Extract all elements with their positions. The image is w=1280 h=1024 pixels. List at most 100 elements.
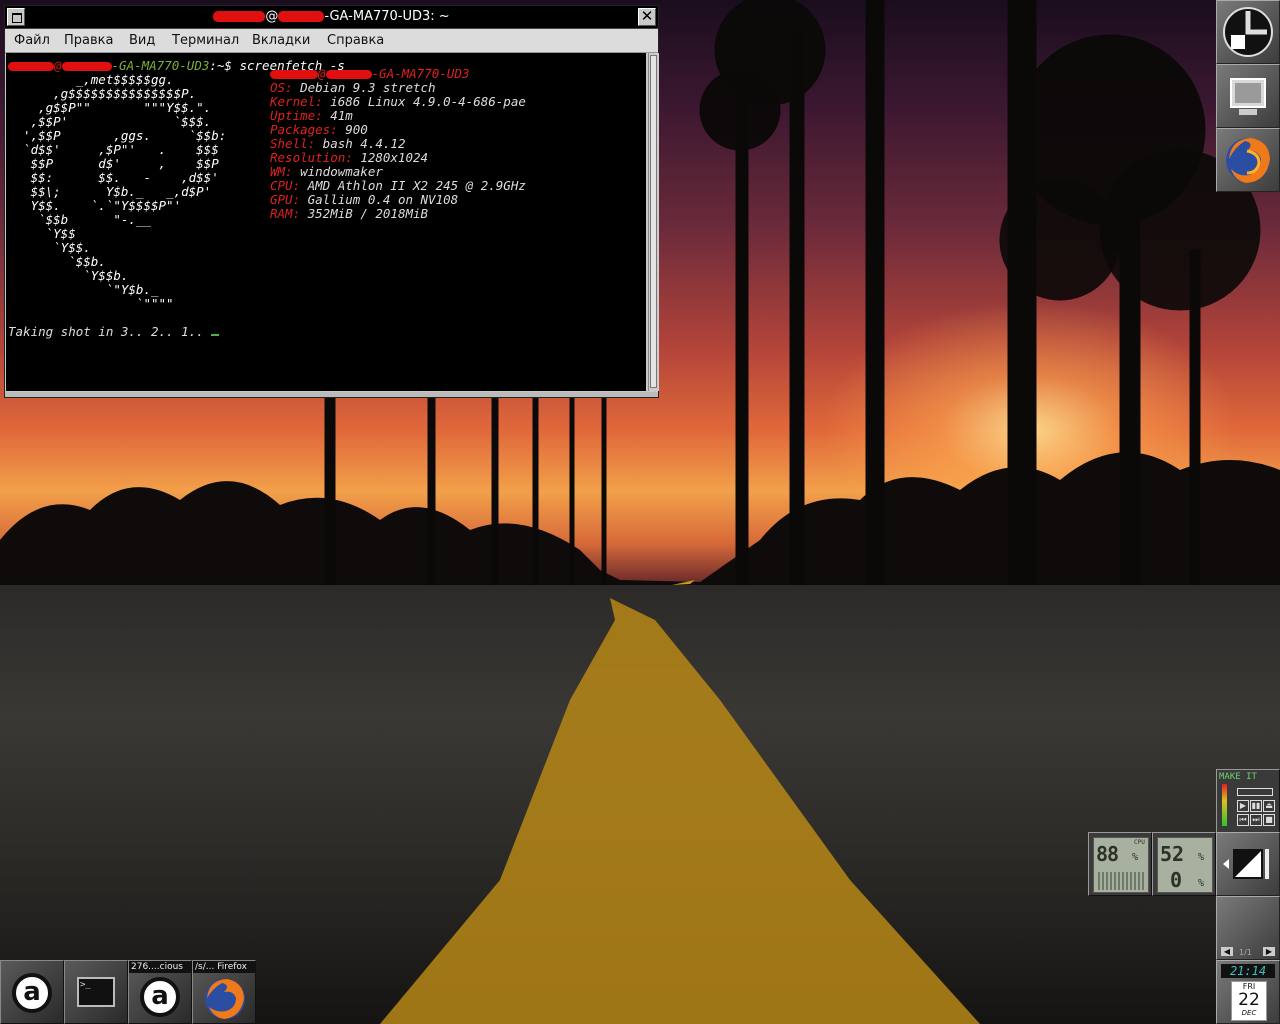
logo-line: `$$b "-.__ bbox=[8, 212, 151, 227]
logo-line: `Y$$. bbox=[8, 240, 91, 255]
window-resize-bar[interactable] bbox=[5, 392, 658, 397]
cpu-unit: % bbox=[1132, 852, 1139, 863]
prompt-host: -GA-MA770-UD3 bbox=[111, 58, 210, 73]
window-titlebar[interactable]: @ -GA-MA770-UD3: ~ ✕ bbox=[5, 6, 658, 29]
logo-line: _,met$$$$$gg. bbox=[8, 72, 174, 87]
info-key: CPU: bbox=[270, 178, 301, 193]
info-resolution: Resolution: 1280x1024 bbox=[270, 151, 428, 165]
level-meter bbox=[1222, 784, 1227, 826]
info-key: Resolution: bbox=[270, 150, 353, 165]
mem-lcd: 52 % 0 % bbox=[1157, 837, 1213, 893]
info-value: 41m bbox=[322, 108, 353, 123]
miniwindow-firefox[interactable]: /s/... Firefox bbox=[192, 960, 256, 1024]
miniwindow-276[interactable]: 276....cious a bbox=[128, 960, 192, 1024]
menu-edit[interactable]: Правка bbox=[64, 33, 113, 48]
close-button[interactable]: ✕ bbox=[638, 7, 656, 26]
redacted-username bbox=[213, 11, 266, 22]
progress-slot bbox=[1237, 788, 1273, 796]
prompt-at: @ bbox=[54, 58, 62, 73]
clock-dockapp[interactable]: 21:14 FRI 22 DEC bbox=[1216, 960, 1280, 1024]
window-title: @ -GA-MA770-UD3: ~ bbox=[5, 9, 658, 24]
cpu-label: CPU bbox=[1134, 839, 1145, 846]
info-header: @ -GA-MA770-UD3 bbox=[270, 67, 469, 81]
workspace-prev-button[interactable]: ◀ bbox=[1221, 947, 1233, 956]
terminal-window[interactable]: @ -GA-MA770-UD3: ~ ✕ Файл Правка Вид Терм… bbox=[4, 5, 659, 398]
road-center-line bbox=[380, 580, 980, 1024]
swap-value: 0 bbox=[1170, 868, 1183, 892]
screenshot-countdown: Taking shot in 3.. 2.. 1.. bbox=[8, 325, 220, 339]
menu-view[interactable]: Вид bbox=[129, 33, 155, 48]
workspace-switcher[interactable]: ◀ 1/1 ▶ bbox=[1216, 896, 1280, 960]
terminal-cursor bbox=[211, 334, 220, 336]
vertical-scrollbar[interactable] bbox=[648, 53, 659, 391]
memory-monitor-dockapp[interactable]: 52 % 0 % bbox=[1152, 832, 1216, 896]
dock-windowmaker-tile[interactable] bbox=[1216, 0, 1280, 64]
info-os: OS: Debian 9.3 stretch bbox=[270, 81, 436, 95]
make-it-dockapp[interactable]: MAKE IT ▶ ▮▮ ⏏ ⏮ ⏭ ■ bbox=[1216, 769, 1280, 833]
logo-line: $$\; Y$b._ _,d$P' bbox=[8, 184, 212, 199]
volume-dockapp[interactable] bbox=[1216, 832, 1280, 896]
calendar-page: FRI 22 DEC bbox=[1231, 981, 1267, 1021]
logo-line: `"""" bbox=[8, 296, 174, 311]
redacted-hostname bbox=[61, 62, 112, 71]
cpu-monitor-dockapp[interactable]: 88 % CPU bbox=[1088, 832, 1152, 896]
calendar-date: 22 bbox=[1238, 990, 1260, 1010]
info-value: AMD Athlon II X2 245 @ 2.9GHz bbox=[300, 178, 526, 193]
logo-line: `"Y$b._ bbox=[8, 282, 159, 297]
dock-terminal-tile[interactable] bbox=[1216, 64, 1280, 128]
menu-file[interactable]: Файл bbox=[14, 33, 50, 48]
logo-line: $$: $$. - ,d$$' bbox=[8, 170, 219, 185]
terminal-icon: >_ bbox=[77, 977, 115, 1007]
appicon-a[interactable]: a bbox=[0, 960, 64, 1024]
pause-button[interactable]: ▮▮ bbox=[1250, 800, 1262, 812]
redacted-hostname bbox=[325, 70, 372, 79]
menu-help[interactable]: Справка bbox=[327, 33, 384, 48]
clock-time: 21:14 bbox=[1221, 964, 1275, 978]
info-at: @ bbox=[318, 66, 326, 81]
a-icon: a bbox=[140, 977, 180, 1017]
prev-button[interactable]: ⏮ bbox=[1237, 814, 1249, 826]
logo-line: `Y$$ bbox=[8, 226, 76, 241]
logo-line: Y$$. `.`"Y$$$$P"' bbox=[8, 198, 182, 213]
info-value: Debian 9.3 stretch bbox=[292, 80, 436, 95]
info-value: windowmaker bbox=[292, 164, 383, 179]
info-value: 900 bbox=[337, 122, 368, 137]
info-shell: Shell: bash 4.4.12 bbox=[270, 137, 405, 151]
menu-terminal[interactable]: Терминал bbox=[172, 33, 239, 48]
eject-button[interactable]: ⏏ bbox=[1263, 800, 1275, 812]
info-key: Shell: bbox=[270, 136, 316, 151]
info-uptime: Uptime: 41m bbox=[270, 109, 353, 123]
logo-line: ',$$P ,ggs. `$$b: bbox=[8, 128, 227, 143]
cpu-graph bbox=[1098, 872, 1144, 890]
next-button[interactable]: ⏭ bbox=[1250, 814, 1262, 826]
menubar: Файл Правка Вид Терминал Вкладки Справка bbox=[5, 29, 658, 53]
appicon-terminal[interactable]: >_ bbox=[64, 960, 128, 1024]
info-value: bash 4.4.12 bbox=[315, 136, 406, 151]
stop-button[interactable]: ■ bbox=[1263, 814, 1275, 826]
menu-tabs[interactable]: Вкладки bbox=[252, 33, 310, 48]
monitor-icon bbox=[1230, 78, 1266, 115]
firefox-icon bbox=[205, 979, 245, 1019]
logo-line: $$P d$' , $$P bbox=[8, 156, 219, 171]
logo-line: `d$$' ,$P"' . $$$ bbox=[8, 142, 219, 157]
calendar-month: DEC bbox=[1241, 1009, 1257, 1017]
dock-firefox-tile[interactable] bbox=[1216, 128, 1280, 192]
info-packages: Packages: 900 bbox=[270, 123, 368, 137]
info-value: Gallium 0.4 on NV108 bbox=[300, 192, 459, 207]
play-button[interactable]: ▶ bbox=[1237, 800, 1249, 812]
info-ram: RAM: 352MiB / 2018MiB bbox=[270, 207, 428, 221]
info-value: 352MiB / 2018MiB bbox=[300, 206, 429, 221]
a-icon: a bbox=[12, 973, 52, 1013]
logo-line: ,g$$P"" """Y$$.". bbox=[8, 100, 212, 115]
logo-line: ,g$$$$$$$$$$$$$$$P. bbox=[8, 86, 197, 101]
workspace-next-button[interactable]: ▶ bbox=[1263, 947, 1275, 956]
close-icon: ✕ bbox=[640, 7, 654, 25]
info-host: -GA-MA770-UD3 bbox=[371, 66, 470, 81]
mem-value: 52 bbox=[1160, 842, 1185, 866]
info-key: Uptime: bbox=[270, 108, 323, 123]
make-it-label: MAKE IT bbox=[1219, 772, 1257, 782]
terminal-output[interactable]: @ -GA-MA770-UD3:~$ screenfetch -s _,met$$… bbox=[6, 53, 646, 391]
scrollbar-thumb[interactable] bbox=[650, 55, 657, 388]
redacted-hostname bbox=[278, 11, 325, 22]
info-value: i686 Linux 4.9.0-4-686-pae bbox=[322, 94, 526, 109]
